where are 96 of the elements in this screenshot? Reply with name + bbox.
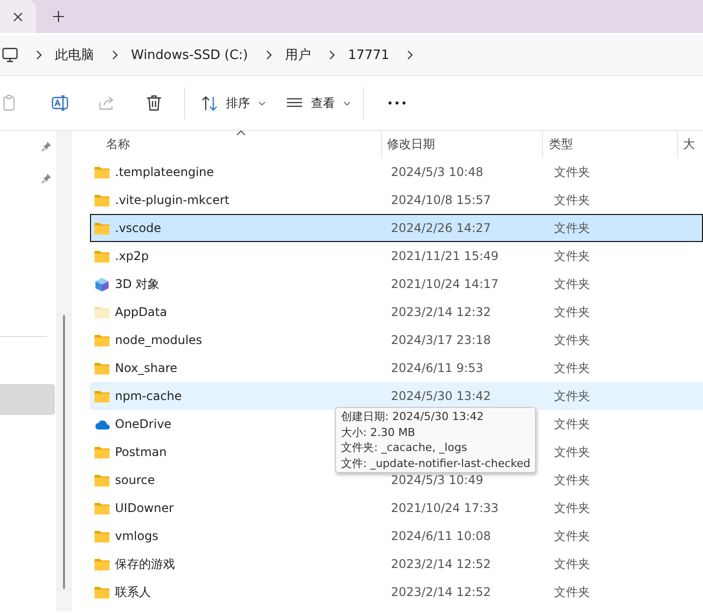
share-icon xyxy=(98,94,116,112)
item-type: 文件夹 xyxy=(554,416,590,430)
folder-icon xyxy=(94,248,110,264)
folder-icon xyxy=(94,444,110,460)
file-name: Nox_share xyxy=(115,361,178,375)
breadcrumb-item[interactable]: 此电脑 xyxy=(55,46,94,64)
item-type: 文件夹 xyxy=(554,304,590,318)
modified-date: 2021/10/24 14:17 xyxy=(391,277,499,291)
chevron-icon[interactable] xyxy=(407,50,414,60)
item-type: 文件夹 xyxy=(554,528,590,542)
file-name: AppData xyxy=(115,305,168,319)
folder-icon xyxy=(94,388,110,404)
column-header[interactable]: 修改日期 xyxy=(382,131,543,158)
column-header[interactable]: 大 xyxy=(678,131,703,158)
more-icon xyxy=(388,101,406,105)
modified-date: 2021/11/21 15:49 xyxy=(391,249,499,263)
tooltip-line: 创建日期: 2024/5/30 13:42 xyxy=(341,409,485,424)
view-menu-button[interactable]: 查看 xyxy=(282,90,355,116)
item-type: 文件夹 xyxy=(554,444,590,458)
trash-icon xyxy=(145,94,163,112)
tooltip-line: 大小: 2.30 MB xyxy=(341,424,416,440)
column-header[interactable]: 类型 xyxy=(543,131,678,158)
file-name: 保存的游戏 xyxy=(115,556,175,572)
modified-date: 2024/10/8 15:57 xyxy=(391,193,491,207)
cube-icon xyxy=(94,276,110,292)
file-name: .xp2p xyxy=(115,249,149,263)
file-name: UIDowner xyxy=(115,501,174,515)
caret-icon xyxy=(343,100,351,106)
file-row[interactable]: npm-cache 2024/5/30 13:42 文件夹 xyxy=(90,382,703,410)
chevron-icon[interactable] xyxy=(328,50,335,60)
sort-caret-icon xyxy=(236,130,246,136)
folder-icon xyxy=(94,472,110,488)
modified-date: 2024/5/3 10:49 xyxy=(391,473,484,487)
folder-icon xyxy=(94,332,110,348)
tooltip-line: 文件: _update-notifier-last-checked xyxy=(341,456,530,471)
computer-icon[interactable] xyxy=(2,47,18,63)
caret-icon xyxy=(258,100,266,106)
modified-date: 2024/6/11 9:53 xyxy=(391,361,484,375)
breadcrumb-item[interactable]: 用户 xyxy=(284,46,311,64)
modified-date: 2023/2/14 12:52 xyxy=(391,557,491,571)
file-row[interactable]: .vscode 2024/2/26 14:27 文件夹 xyxy=(90,214,703,242)
chevron-icon[interactable] xyxy=(36,50,42,60)
close-icon[interactable] xyxy=(13,12,23,22)
item-type: 文件夹 xyxy=(554,360,590,374)
item-type: 文件夹 xyxy=(554,248,590,262)
pin-icon[interactable] xyxy=(41,173,52,184)
item-type: 文件夹 xyxy=(554,472,590,486)
file-name: Postman xyxy=(115,445,167,459)
file-name: .vscode xyxy=(115,221,162,235)
item-type: 文件夹 xyxy=(554,220,590,234)
item-type: 文件夹 xyxy=(554,164,590,178)
sort-menu-button[interactable]: 排序 xyxy=(197,90,270,116)
modified-date: 2021/10/24 17:33 xyxy=(391,501,499,515)
folder-icon xyxy=(94,500,110,516)
item-type: 文件夹 xyxy=(554,388,590,402)
breadcrumb-item[interactable]: Windows-SSD (C:) xyxy=(131,48,248,62)
modified-date: 2024/2/26 14:27 xyxy=(391,221,491,235)
file-name: source xyxy=(115,473,155,487)
column-header[interactable]: 名称 xyxy=(72,131,382,158)
file-name: node_modules xyxy=(115,333,202,347)
folder-icon xyxy=(94,304,110,320)
modified-date: 2024/5/30 13:42 xyxy=(391,389,491,403)
folder-icon xyxy=(94,528,110,544)
modified-date: 2024/5/3 10:48 xyxy=(391,165,484,179)
modified-date: 2024/3/17 23:18 xyxy=(391,333,491,347)
file-name: .templateengine xyxy=(115,165,214,179)
item-type: 文件夹 xyxy=(554,584,590,598)
item-type: 文件夹 xyxy=(554,332,590,346)
breadcrumb-item[interactable]: 17771 xyxy=(348,48,390,62)
rename-icon xyxy=(51,94,69,112)
file-name: 3D 对象 xyxy=(115,276,160,292)
new-tab-icon[interactable] xyxy=(53,11,64,22)
modified-date: 2024/6/11 10:08 xyxy=(391,529,491,543)
folder-icon xyxy=(94,360,110,376)
folder-icon xyxy=(94,164,110,180)
sort-icon xyxy=(201,94,218,112)
modified-date: 2023/2/14 12:52 xyxy=(391,585,491,599)
item-type: 文件夹 xyxy=(554,192,590,206)
pin-icon[interactable] xyxy=(41,141,52,152)
folder-icon xyxy=(94,584,110,600)
folder-icon xyxy=(94,220,110,236)
file-name: OneDrive xyxy=(115,417,172,431)
file-name: .vite-plugin-mkcert xyxy=(115,193,230,207)
folder-icon xyxy=(94,192,110,208)
folder-icon xyxy=(94,556,110,572)
modified-date: 2023/2/14 12:32 xyxy=(391,305,491,319)
chevron-icon[interactable] xyxy=(112,50,118,60)
file-name: vmlogs xyxy=(115,529,158,543)
scrollbar-thumb[interactable] xyxy=(63,315,65,589)
item-type: 文件夹 xyxy=(554,500,590,514)
item-type: 文件夹 xyxy=(554,556,590,570)
chevron-icon[interactable] xyxy=(266,50,272,60)
item-type: 文件夹 xyxy=(554,276,590,290)
tooltip-line: 文件夹: _cacache, _logs xyxy=(341,440,468,456)
file-name: npm-cache xyxy=(115,389,182,403)
file-name: 联系人 xyxy=(115,584,151,600)
